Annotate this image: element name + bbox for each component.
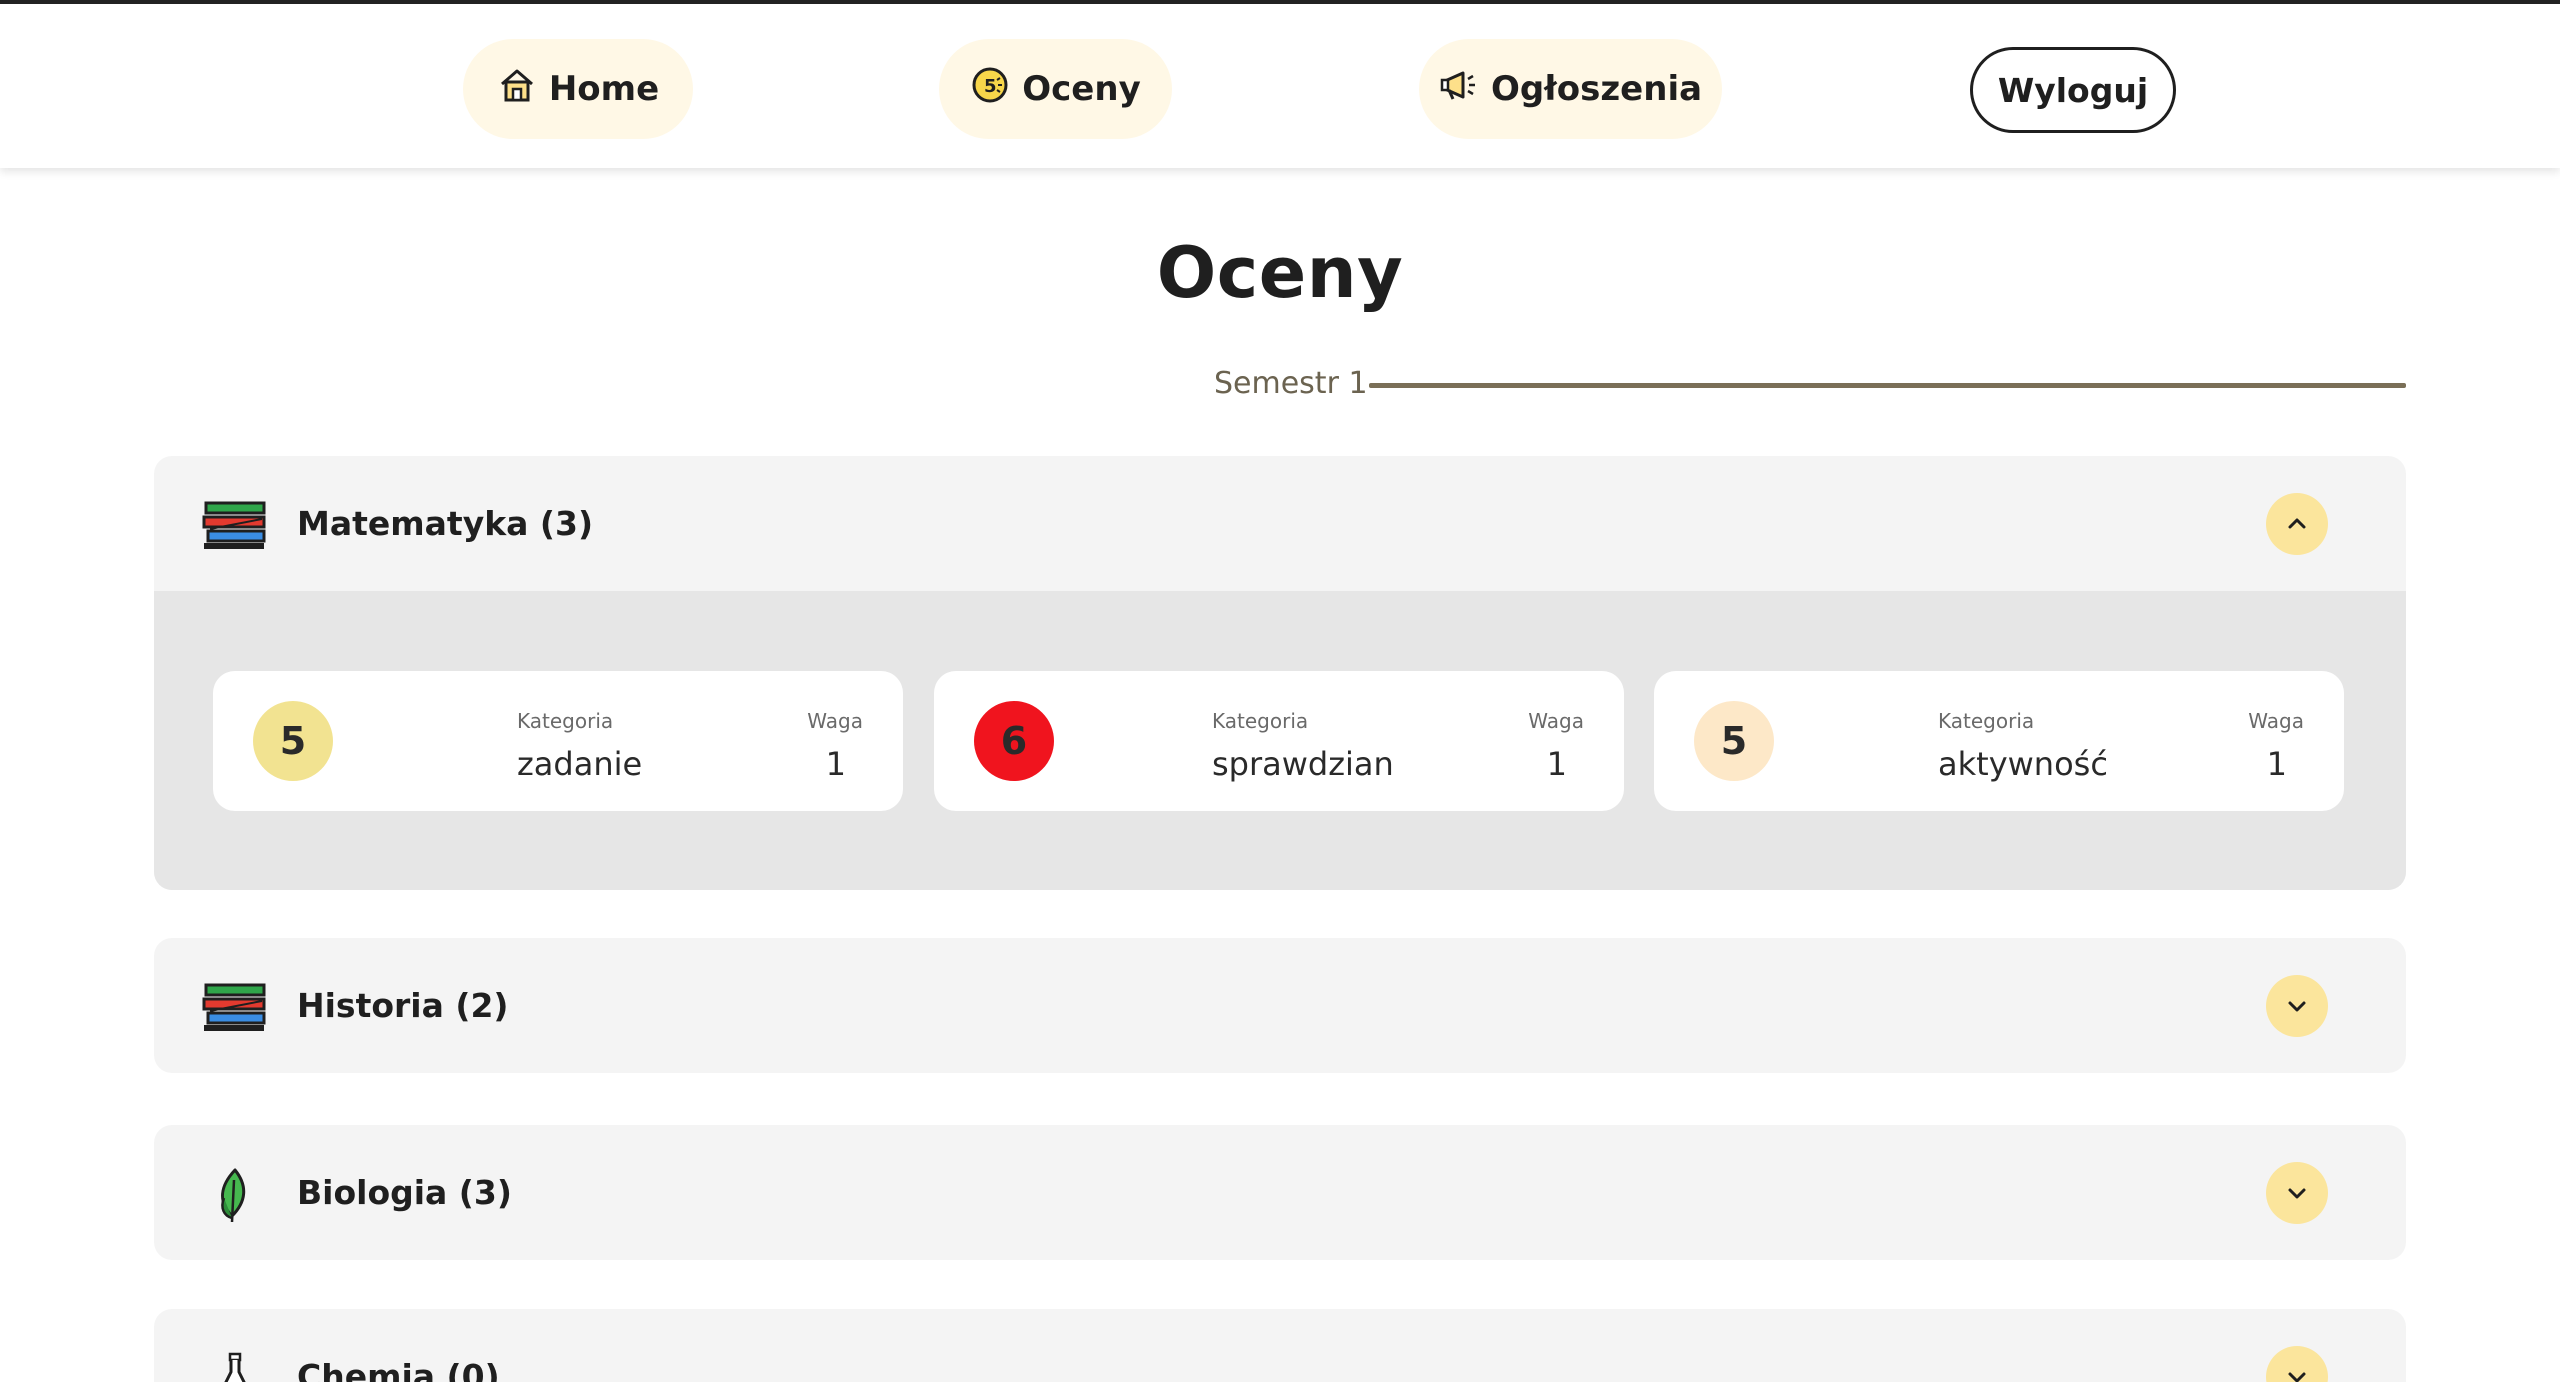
subject-header-chemia[interactable]: Chemia (0) (154, 1309, 2406, 1382)
nav-grades-button[interactable]: 5 Oceny (939, 39, 1172, 139)
grade-card[interactable]: 5 Kategoria aktywność Waga 1 (1654, 671, 2344, 811)
house-icon (497, 65, 537, 114)
subject-panel-historia: Historia (2) (154, 938, 2406, 1073)
category-value: aktywność (1938, 745, 2108, 783)
megaphone-icon (1439, 65, 1479, 114)
collapse-toggle[interactable] (2266, 492, 2328, 555)
grade-card[interactable]: 5 Kategoria zadanie Waga 1 (213, 671, 903, 811)
weight-label: Waga (2248, 709, 2304, 733)
subject-panel-matematyka: Matematyka (3) 5 Kategoria zadanie Waga … (154, 456, 2406, 890)
expand-toggle[interactable] (2266, 1161, 2328, 1224)
page-title: Oceny (1156, 232, 1404, 314)
top-navigation: Home 5 Oceny Ogłoszenia Wyloguj (0, 0, 2560, 168)
semester-divider (1369, 383, 2406, 388)
category-value: sprawdzian (1212, 745, 1394, 783)
subject-name: Matematyka (3) (297, 504, 594, 543)
grade-card[interactable]: 6 Kategoria sprawdzian Waga 1 (934, 671, 1624, 811)
grade-badge: 6 (974, 701, 1054, 781)
logout-button[interactable]: Wyloguj (1970, 47, 2176, 133)
grade-badge: 5 (253, 701, 333, 781)
nav-announcements-label: Ogłoszenia (1490, 69, 1703, 109)
subject-header-historia[interactable]: Historia (2) (154, 938, 2406, 1073)
nav-announcements-button[interactable]: Ogłoszenia (1419, 39, 1722, 139)
weight-label: Waga (807, 709, 863, 733)
grades-panel: 5 Kategoria zadanie Waga 1 6 Kategoria s… (154, 591, 2406, 890)
subject-name: Historia (2) (297, 986, 509, 1025)
category-label: Kategoria (1212, 709, 1309, 733)
weight-value: 1 (2266, 745, 2287, 783)
weight-label: Waga (1528, 709, 1584, 733)
expand-toggle[interactable] (2266, 1345, 2328, 1382)
chevron-down-icon (2288, 1001, 2306, 1011)
grade-medal-icon: 5 (970, 65, 1010, 114)
nav-home-button[interactable]: Home (463, 39, 693, 139)
grade-badge: 5 (1694, 701, 1774, 781)
category-label: Kategoria (1938, 709, 2035, 733)
chevron-up-icon (2288, 518, 2306, 528)
books-icon (200, 981, 270, 1031)
svg-text:5: 5 (984, 76, 997, 97)
nav-home-label: Home (548, 69, 660, 109)
subject-panel-chemia: Chemia (0) (154, 1309, 2406, 1382)
category-value: zadanie (517, 745, 643, 783)
leaf-icon (200, 1168, 270, 1223)
expand-toggle[interactable] (2266, 974, 2328, 1037)
chevron-down-icon (2288, 1372, 2306, 1382)
category-label: Kategoria (517, 709, 614, 733)
subject-panel-biologia: Biologia (3) (154, 1125, 2406, 1260)
semester-label: Semestr 1 (1214, 366, 1368, 401)
chevron-down-icon (2288, 1188, 2306, 1198)
subject-header-biologia[interactable]: Biologia (3) (154, 1125, 2406, 1260)
weight-value: 1 (1546, 745, 1567, 783)
subject-name: Chemia (0) (297, 1357, 500, 1382)
weight-value: 1 (825, 745, 846, 783)
nav-grades-label: Oceny (1022, 69, 1141, 109)
books-icon (200, 499, 270, 549)
flask-icon (200, 1352, 270, 1382)
subject-name: Biologia (3) (297, 1173, 512, 1212)
subject-header-matematyka[interactable]: Matematyka (3) (154, 456, 2406, 591)
